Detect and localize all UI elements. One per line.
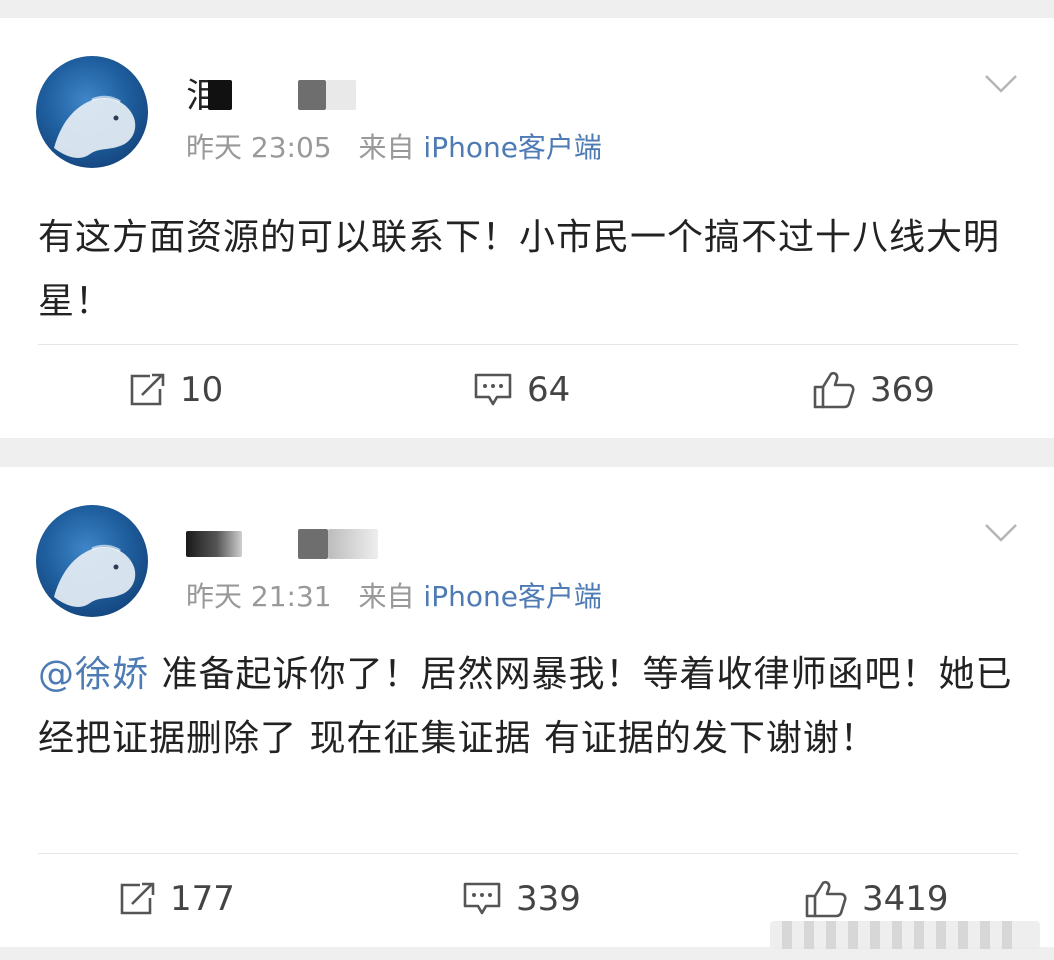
chevron-down-icon[interactable]: [984, 521, 1018, 545]
comment-button[interactable]: 64: [473, 368, 570, 412]
weibo-post: 昨天 21:31 来自 iPhone客户端 @徐娇 准备起诉你了！居然网暴我！等…: [0, 467, 1054, 947]
mention-link[interactable]: @徐娇: [38, 654, 149, 695]
repost-button[interactable]: 10: [128, 368, 223, 412]
like-count: 3419: [862, 879, 949, 919]
username-redaction: [298, 80, 326, 110]
like-icon: [813, 371, 855, 409]
post-source[interactable]: iPhone客户端: [423, 580, 602, 613]
comment-button[interactable]: 339: [462, 877, 581, 921]
post-content: @徐娇 准备起诉你了！居然网暴我！等着收律师函吧！她已经把证据删除了 现在征集证…: [38, 643, 1023, 771]
repost-count: 177: [170, 879, 235, 919]
avatar[interactable]: [36, 505, 148, 617]
beluga-avatar-image: [54, 95, 136, 158]
post-time: 昨天 23:05: [186, 131, 332, 164]
comment-count: 64: [527, 370, 571, 410]
username-redaction: [186, 531, 242, 557]
like-button[interactable]: 369: [812, 368, 935, 412]
divider: [38, 853, 1018, 854]
post-time: 昨天 21:31: [186, 580, 332, 613]
comment-count: 339: [516, 879, 581, 919]
username-redaction: [326, 80, 356, 110]
repost-button[interactable]: 177: [118, 877, 235, 921]
weibo-post: 泪 昨天 23:05 来自 iPhone客户端 有这方面资源的可以联系下！小市民…: [0, 18, 1054, 438]
post-meta: 昨天 23:05 来自 iPhone客户端: [186, 130, 602, 166]
like-button[interactable]: 3419: [804, 877, 949, 921]
watermark: [770, 921, 1040, 949]
like-icon: [805, 880, 847, 918]
source-prefix: 来自: [358, 580, 415, 613]
divider: [38, 344, 1018, 345]
source-prefix: 来自: [358, 131, 415, 164]
username-redaction: [328, 529, 378, 559]
repost-icon: [120, 882, 155, 915]
post-source[interactable]: iPhone客户端: [423, 131, 602, 164]
username-redaction: [208, 80, 232, 110]
like-count: 369: [870, 370, 935, 410]
beluga-avatar-image: [54, 544, 136, 607]
post-content: 有这方面资源的可以联系下！小市民一个搞不过十八线大明星！: [38, 206, 1023, 334]
repost-icon: [130, 373, 165, 406]
repost-count: 10: [180, 370, 224, 410]
username-redaction: [298, 529, 328, 559]
avatar[interactable]: [36, 56, 148, 168]
post-text: 准备起诉你了！居然网暴我！等着收律师函吧！她已经把证据删除了 现在征集证据 有证…: [38, 654, 1013, 759]
post-text: 有这方面资源的可以联系下！小市民一个搞不过十八线大明星！: [38, 217, 1001, 322]
comment-icon: [463, 882, 501, 915]
chevron-down-icon[interactable]: [984, 72, 1018, 96]
comment-icon: [474, 373, 512, 406]
post-meta: 昨天 21:31 来自 iPhone客户端: [186, 579, 602, 615]
